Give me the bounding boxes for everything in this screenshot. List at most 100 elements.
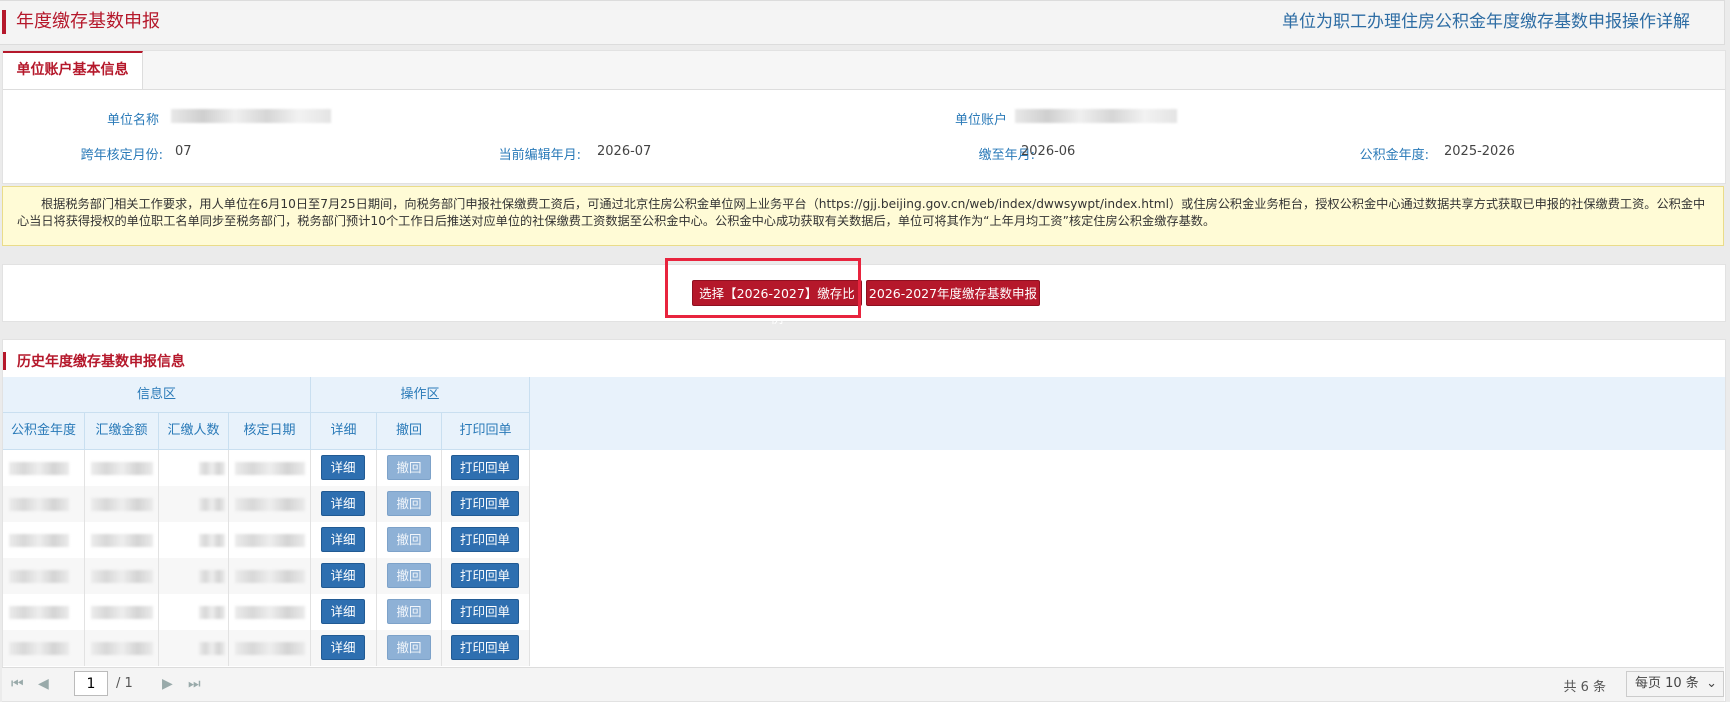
group-info-header: 信息区 [3,377,311,413]
cross-year-month-label: 跨年核定月份: [80,148,163,163]
table-cell [85,486,159,522]
redacted-value [9,642,69,655]
table-cell [229,450,311,486]
page-size-select[interactable]: 每页 10 条 ⌄ [1626,671,1724,697]
notice-box: 根据税务部门相关工作要求，用人单位在6月10日至7月25日期间，向税务部门申报社… [2,186,1724,246]
action-bar: 选择【2026-2027】缴存比例 2026-2027年度缴存基数申报 [2,264,1726,326]
table-cell [3,558,85,594]
redacted-value [199,606,225,619]
redacted-value [91,462,153,475]
table-cell [159,450,229,486]
print-receipt-button[interactable]: 打印回单 [451,599,519,624]
pager: ⏮ ◀ / 1 ▶ ⏭ 共 6 条 每页 10 条 ⌄ [2,667,1724,701]
redacted-value [235,498,305,511]
table-row: 详细 撤回 打印回单 [3,630,530,666]
table-cell [3,486,85,522]
first-page-icon[interactable]: ⏮ [11,676,24,692]
col-amount: 汇缴金额 [85,413,159,450]
col-print: 打印回单 [442,413,530,450]
cross-year-month-value: 07 [175,144,192,159]
col-fund-year: 公积金年度 [3,413,85,450]
print-receipt-button[interactable]: 打印回单 [451,455,519,480]
detail-button[interactable]: 详细 [321,635,365,660]
revoke-button: 撤回 [387,527,431,552]
redacted-value [91,534,153,547]
table-cell [159,630,229,666]
redacted-value [9,570,69,583]
history-panel: 历史年度缴存基数申报信息 信息区 操作区 公积金年度 汇缴金额 汇缴人数 核定日… [2,339,1726,702]
table-row: 详细 撤回 打印回单 [3,522,530,558]
tab-strip: 单位账户基本信息 [3,51,1725,90]
print-receipt-button[interactable]: 打印回单 [451,635,519,660]
detail-button[interactable]: 详细 [321,527,365,552]
notice-text: 根据税务部门相关工作要求，用人单位在6月10日至7月25日期间，向税务部门申报社… [17,197,1706,228]
table-cell [159,594,229,630]
redacted-value [91,642,153,655]
prev-page-icon[interactable]: ◀ [38,676,49,692]
col-approve-date: 核定日期 [229,413,311,450]
redacted-value [199,498,225,511]
table-cell [229,522,311,558]
print-receipt-button[interactable]: 打印回单 [451,491,519,516]
redacted-value [235,642,305,655]
total-pages: / 1 [116,676,133,691]
table-cell [3,522,85,558]
unit-account-value-redacted [1015,109,1177,123]
top-bar: 年度缴存基数申报 单位为职工办理住房公积金年度缴存基数申报操作详解 [0,0,1725,45]
table-row: 详细 撤回 打印回单 [3,486,530,522]
next-page-icon[interactable]: ▶ [162,676,173,692]
declare-base-button[interactable]: 2026-2027年度缴存基数申报 [866,280,1040,306]
paid-until-label: 缴至年月: [978,148,1035,163]
operation-guide-link[interactable]: 单位为职工办理住房公积金年度缴存基数申报操作详解 [1282,9,1690,35]
revoke-button: 撤回 [387,599,431,624]
table-cell [229,630,311,666]
redacted-value [91,606,153,619]
unit-name-value-redacted [171,109,331,123]
redacted-value [235,462,305,475]
group-ops-header: 操作区 [311,377,530,413]
table-cell [3,450,85,486]
last-page-icon[interactable]: ⏭ [188,676,201,692]
revoke-button: 撤回 [387,563,431,588]
redacted-value [199,642,225,655]
detail-button[interactable]: 详细 [321,491,365,516]
table-cell [85,450,159,486]
table-cell [85,522,159,558]
redacted-value [235,534,305,547]
table-cell [3,630,85,666]
page-title: 年度缴存基数申报 [16,11,160,32]
current-edit-month-label: 当前编辑年月: [498,148,581,163]
table-cell [159,558,229,594]
redacted-value [9,498,69,511]
col-count: 汇缴人数 [159,413,229,450]
detail-button[interactable]: 详细 [321,599,365,624]
table-cell [159,522,229,558]
fund-year-value: 2025-2026 [1444,144,1515,159]
table-cell [85,630,159,666]
total-records: 共 6 条 [1563,680,1606,695]
revoke-button: 撤回 [387,635,431,660]
redacted-value [9,462,69,475]
detail-button[interactable]: 详细 [321,455,365,480]
table-row: 详细 撤回 打印回单 [3,594,530,630]
page-number-input[interactable] [74,671,108,696]
detail-button[interactable]: 详细 [321,563,365,588]
print-receipt-button[interactable]: 打印回单 [451,563,519,588]
table-cell [229,486,311,522]
fund-year-label: 公积金年度: [1359,148,1429,163]
history-title: 历史年度缴存基数申报信息 [17,354,185,370]
redacted-value [199,534,225,547]
redacted-value [91,498,153,511]
current-edit-month-value: 2026-07 [597,144,652,159]
tab-account-info[interactable]: 单位账户基本信息 [3,51,143,89]
revoke-button: 撤回 [387,455,431,480]
account-info-panel: 单位账户基本信息 单位名称 单位账户 跨年核定月份: 07 当前编辑年月: 20… [2,50,1726,184]
table-row: 详细 撤回 打印回单 [3,558,530,594]
title-accent-bar [2,10,6,34]
print-receipt-button[interactable]: 打印回单 [451,527,519,552]
col-revoke: 撤回 [377,413,442,450]
redacted-value [91,570,153,583]
history-accent-bar [3,352,6,370]
highlight-box [665,258,861,318]
table-cell [229,594,311,630]
